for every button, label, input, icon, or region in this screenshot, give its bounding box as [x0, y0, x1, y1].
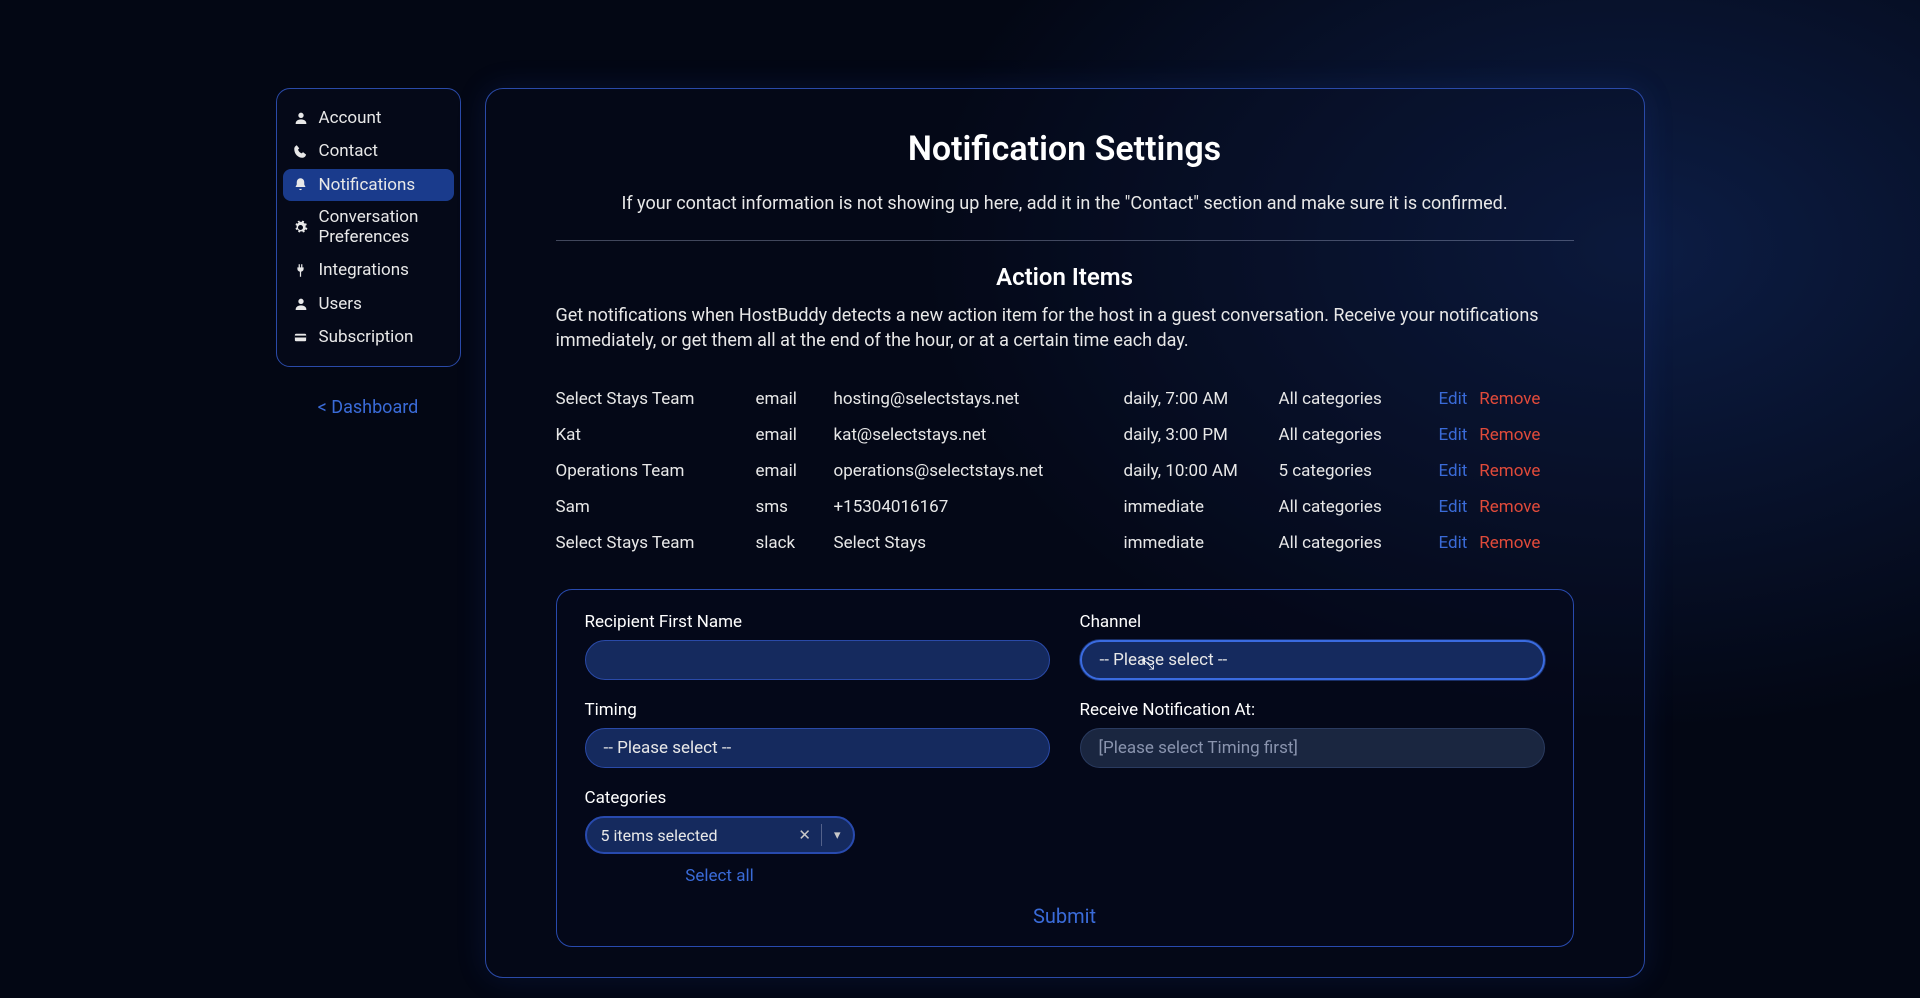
edit-link[interactable]: Edit	[1439, 533, 1468, 553]
user-icon	[293, 110, 309, 126]
edit-link[interactable]: Edit	[1439, 497, 1468, 517]
page-description: If your contact information is not showi…	[556, 193, 1574, 214]
gear-icon	[293, 220, 309, 236]
rule-categories: All categories	[1279, 533, 1439, 553]
rule-name: Operations Team	[556, 461, 756, 481]
card-icon	[293, 329, 309, 345]
rule-channel: email	[756, 425, 834, 445]
rule-name: Kat	[556, 425, 756, 445]
submit-button[interactable]: Submit	[585, 904, 1545, 928]
rule-row: Select Stays Team slack Select Stays imm…	[556, 525, 1574, 561]
rule-channel: email	[756, 461, 834, 481]
rule-channel: sms	[756, 497, 834, 517]
close-icon[interactable]: ✕	[788, 826, 821, 844]
rule-timing: immediate	[1124, 533, 1279, 553]
remove-link[interactable]: Remove	[1479, 461, 1540, 481]
categories-value: 5 items selected	[587, 826, 789, 845]
section-title: Action Items	[556, 263, 1574, 291]
select-all-link[interactable]: Select all	[585, 866, 855, 886]
categories-label: Categories	[585, 788, 855, 808]
rule-row: Sam sms +15304016167 immediate All categ…	[556, 489, 1574, 525]
rule-timing: daily, 10:00 AM	[1124, 461, 1279, 481]
remove-link[interactable]: Remove	[1479, 533, 1540, 553]
sidebar-item-subscription[interactable]: Subscription	[283, 321, 454, 353]
remove-link[interactable]: Remove	[1479, 425, 1540, 445]
sidebar-item-account[interactable]: Account	[283, 102, 454, 134]
rule-timing: immediate	[1124, 497, 1279, 517]
receive-at-input: [Please select Timing first]	[1080, 728, 1545, 768]
channel-select-value: -- Please select --	[1100, 650, 1228, 670]
sidebar-nav: Account Contact Notifications Conversati…	[276, 88, 461, 367]
edit-link[interactable]: Edit	[1439, 425, 1468, 445]
recipient-label: Recipient First Name	[585, 612, 1050, 632]
categories-multiselect[interactable]: 5 items selected ✕ ▾	[585, 816, 855, 854]
remove-link[interactable]: Remove	[1479, 389, 1540, 409]
main-panel: Notification Settings If your contact in…	[485, 88, 1645, 978]
sidebar-item-label: Integrations	[319, 260, 409, 280]
sidebar-item-contact[interactable]: Contact	[283, 135, 454, 167]
channel-select[interactable]: -- Please select --	[1080, 640, 1545, 680]
sidebar-item-label: Subscription	[319, 327, 414, 347]
sidebar-item-conversation-preferences[interactable]: Conversation Preferences	[283, 202, 454, 253]
bell-icon	[293, 177, 309, 193]
sidebar-item-integrations[interactable]: Integrations	[283, 254, 454, 286]
sidebar-item-users[interactable]: Users	[283, 288, 454, 320]
rule-categories: 5 categories	[1279, 461, 1439, 481]
rule-categories: All categories	[1279, 389, 1439, 409]
plug-icon	[293, 262, 309, 278]
dashboard-link[interactable]: < Dashboard	[276, 397, 461, 418]
sidebar-item-label: Users	[319, 294, 362, 314]
sidebar: Account Contact Notifications Conversati…	[276, 88, 461, 978]
sidebar-item-label: Account	[319, 108, 382, 128]
rule-timing: daily, 3:00 PM	[1124, 425, 1279, 445]
sidebar-item-label: Contact	[319, 141, 378, 161]
add-rule-form: Recipient First Name Channel -- Please s…	[556, 589, 1574, 947]
rules-table: Select Stays Team email hosting@selectst…	[556, 381, 1574, 561]
sidebar-item-label: Conversation Preferences	[319, 208, 444, 247]
rule-row: Kat email kat@selectstays.net daily, 3:0…	[556, 417, 1574, 453]
chevron-down-icon[interactable]: ▾	[822, 828, 853, 843]
receive-at-label: Receive Notification At:	[1080, 700, 1545, 720]
recipient-input[interactable]	[585, 640, 1050, 680]
rule-name: Sam	[556, 497, 756, 517]
divider	[556, 240, 1574, 241]
sidebar-item-label: Notifications	[319, 175, 416, 195]
page-title: Notification Settings	[556, 129, 1574, 169]
timing-select-value: -- Please select --	[604, 738, 732, 758]
remove-link[interactable]: Remove	[1479, 497, 1540, 517]
rule-destination: hosting@selectstays.net	[834, 389, 1124, 409]
rule-destination: +15304016167	[834, 497, 1124, 517]
rule-destination: Select Stays	[834, 533, 1124, 553]
phone-icon	[293, 144, 309, 160]
rule-channel: slack	[756, 533, 834, 553]
edit-link[interactable]: Edit	[1439, 461, 1468, 481]
rule-categories: All categories	[1279, 425, 1439, 445]
timing-select[interactable]: -- Please select --	[585, 728, 1050, 768]
rule-categories: All categories	[1279, 497, 1439, 517]
edit-link[interactable]: Edit	[1439, 389, 1468, 409]
rule-row: Select Stays Team email hosting@selectst…	[556, 381, 1574, 417]
rule-name: Select Stays Team	[556, 533, 756, 553]
rule-destination: kat@selectstays.net	[834, 425, 1124, 445]
channel-label: Channel	[1080, 612, 1545, 632]
rule-destination: operations@selectstays.net	[834, 461, 1124, 481]
rule-name: Select Stays Team	[556, 389, 756, 409]
rule-timing: daily, 7:00 AM	[1124, 389, 1279, 409]
rule-row: Operations Team email operations@selects…	[556, 453, 1574, 489]
sidebar-item-notifications[interactable]: Notifications	[283, 169, 454, 201]
user-icon	[293, 296, 309, 312]
timing-label: Timing	[585, 700, 1050, 720]
section-description: Get notifications when HostBuddy detects…	[556, 303, 1574, 353]
rule-channel: email	[756, 389, 834, 409]
receive-at-placeholder: [Please select Timing first]	[1099, 738, 1298, 758]
